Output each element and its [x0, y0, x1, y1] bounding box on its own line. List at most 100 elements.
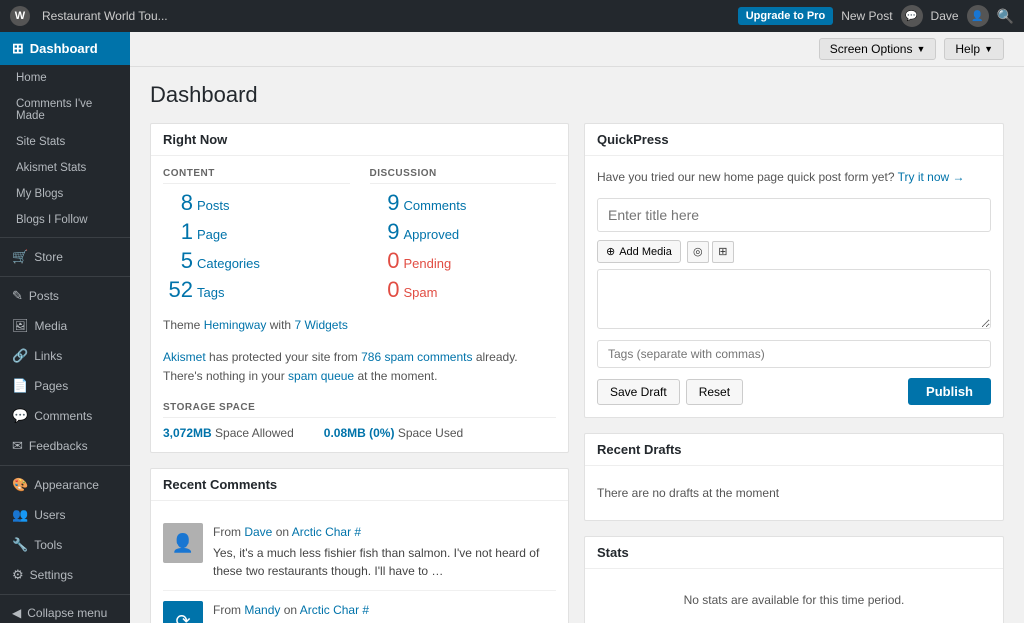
save-draft-button[interactable]: Save Draft [597, 379, 680, 405]
comment2-post-link[interactable]: Arctic Char # [300, 603, 369, 617]
settings-icon: ⚙ [12, 567, 24, 583]
sidebar-media-label: Media [35, 319, 68, 333]
user-avatar[interactable]: 👤 [967, 5, 989, 27]
help-arrow: ▼ [984, 44, 993, 54]
editor-icon-2[interactable]: ⊞ [712, 241, 734, 263]
comments-link[interactable]: Comments [404, 198, 467, 213]
qp-promo-link[interactable]: Try it now → [898, 170, 965, 184]
storage-section: STORAGE SPACE 3,072MB Space Allowed 0.08… [163, 402, 556, 440]
posts-count: 8 [163, 190, 193, 216]
akismet-line: Akismet has protected your site from 786… [163, 348, 556, 386]
akismet-link[interactable]: Akismet [163, 350, 206, 364]
sidebar-item-blogs-follow[interactable]: Blogs I Follow [0, 207, 130, 233]
sidebar-item-dashboard[interactable]: ⊞ Dashboard [0, 32, 130, 65]
sidebar-akismet-label: Akismet Stats [16, 162, 86, 174]
spam-count-link[interactable]: 786 spam comments [361, 350, 472, 364]
sidebar-links-label: Links [34, 349, 62, 363]
editor-icon-1[interactable]: ◎ [687, 241, 709, 263]
right-now-box: Right Now CONTENT 8 Posts [150, 123, 569, 453]
wp-logo-icon: W [10, 6, 30, 26]
sidebar-item-home[interactable]: Home [0, 65, 130, 91]
sidebar-item-comments-made[interactable]: Comments I've Made [0, 91, 130, 129]
approved-link[interactable]: Approved [404, 227, 460, 242]
tags-link[interactable]: Tags [197, 285, 224, 300]
qp-promo: Have you tried our new home page quick p… [597, 168, 991, 186]
sidebar-item-posts[interactable]: ✎ Posts [0, 281, 130, 311]
sidebar-dashboard-label: Dashboard [30, 41, 98, 56]
sidebar-posts-label: Posts [29, 289, 59, 303]
search-icon[interactable]: 🔍 [997, 8, 1014, 25]
no-drafts-msg: There are no drafts at the moment [597, 478, 991, 508]
spam-link[interactable]: Spam [404, 285, 438, 300]
sidebar-item-appearance[interactable]: 🎨 Appearance [0, 470, 130, 500]
approved-count: 9 [370, 219, 400, 245]
store-icon: 🛒 [12, 249, 28, 265]
right-now-heading: Right Now [151, 124, 568, 156]
publish-button[interactable]: Publish [908, 378, 991, 405]
spam-count: 0 [370, 277, 400, 303]
sidebar-item-users[interactable]: 👥 Users [0, 500, 130, 530]
qp-content-textarea[interactable] [597, 269, 991, 329]
theme-name-link[interactable]: Hemingway [204, 318, 267, 332]
comment1-author-link[interactable]: Dave [244, 525, 272, 539]
sidebar-item-links[interactable]: 🔗 Links [0, 341, 130, 371]
site-name[interactable]: Restaurant World Tou... [42, 9, 168, 23]
sidebar-my-blogs-label: My Blogs [16, 188, 63, 200]
quickpress-heading: QuickPress [585, 124, 1003, 156]
header-bar: Screen Options ▼ Help ▼ [130, 32, 1024, 67]
qp-title-input[interactable] [597, 198, 991, 232]
notification-icon[interactable]: 💬 [901, 5, 923, 27]
categories-count: 5 [163, 248, 193, 274]
sidebar-item-media[interactable]: 🖼 Media [0, 311, 130, 341]
admin-bar: W Restaurant World Tou... Upgrade to Pro… [0, 0, 1024, 32]
comments-icon: 💬 [12, 408, 28, 424]
comment-item: 👤 From Dave on Arctic Char # [163, 513, 556, 591]
sidebar-collapse-menu[interactable]: ◀ Collapse menu [0, 599, 130, 623]
sidebar-item-akismet[interactable]: Akismet Stats [0, 155, 130, 181]
sidebar-item-settings[interactable]: ⚙ Settings [0, 560, 130, 590]
feedbacks-icon: ✉ [12, 438, 23, 454]
qp-tags-input[interactable] [597, 340, 991, 368]
users-icon: 👥 [12, 507, 28, 523]
sidebar-home-label: Home [16, 72, 47, 84]
pages-link[interactable]: Page [197, 227, 227, 242]
sidebar-item-pages[interactable]: 📄 Pages [0, 371, 130, 401]
sidebar-item-feedbacks[interactable]: ✉ Feedbacks [0, 431, 130, 461]
spam-queue-link[interactable]: spam queue [288, 369, 354, 383]
pending-link[interactable]: Pending [404, 256, 452, 271]
sidebar-comments-menu-label: Comments [34, 409, 92, 423]
sidebar-item-store[interactable]: 🛒 Store [0, 242, 130, 272]
theme-line: Theme Hemingway with 7 Widgets [163, 318, 556, 332]
screen-options-button[interactable]: Screen Options ▼ [819, 38, 937, 60]
new-post-button[interactable]: New Post [841, 9, 892, 23]
page-title: Dashboard [150, 82, 1004, 108]
sidebar-item-my-blogs[interactable]: My Blogs [0, 181, 130, 207]
dashboard-icon: ⊞ [12, 40, 24, 57]
user-name[interactable]: Dave [931, 9, 959, 23]
help-button[interactable]: Help ▼ [944, 38, 1004, 60]
pages-count: 1 [163, 219, 193, 245]
recent-drafts-box: Recent Drafts There are no drafts at the… [584, 433, 1004, 521]
categories-link[interactable]: Categories [197, 256, 260, 271]
sidebar-store-label: Store [34, 250, 63, 264]
sidebar-collapse-label: Collapse menu [27, 606, 107, 620]
sidebar-site-stats-label: Site Stats [16, 136, 65, 148]
add-media-button[interactable]: ⊕ Add Media [597, 240, 681, 263]
sidebar-tools-label: Tools [34, 538, 62, 552]
sidebar-appearance-label: Appearance [34, 478, 99, 492]
widgets-link[interactable]: 7 Widgets [294, 318, 347, 332]
posts-icon: ✎ [12, 288, 23, 304]
storage-label: STORAGE SPACE [163, 402, 556, 418]
comment1-avatar: 👤 [163, 523, 203, 563]
upgrade-button[interactable]: Upgrade to Pro [738, 7, 833, 25]
screen-options-label: Screen Options [830, 42, 913, 56]
comment2-author-link[interactable]: Mandy [244, 603, 280, 617]
media-upload-icon: ⊕ [606, 245, 615, 258]
recent-drafts-heading: Recent Drafts [585, 434, 1003, 466]
reset-button[interactable]: Reset [686, 379, 743, 405]
posts-link[interactable]: Posts [197, 198, 230, 213]
sidebar-item-tools[interactable]: 🔧 Tools [0, 530, 130, 560]
sidebar-item-comments[interactable]: 💬 Comments [0, 401, 130, 431]
sidebar-item-site-stats[interactable]: Site Stats [0, 129, 130, 155]
comment1-post-link[interactable]: Arctic Char # [292, 525, 361, 539]
